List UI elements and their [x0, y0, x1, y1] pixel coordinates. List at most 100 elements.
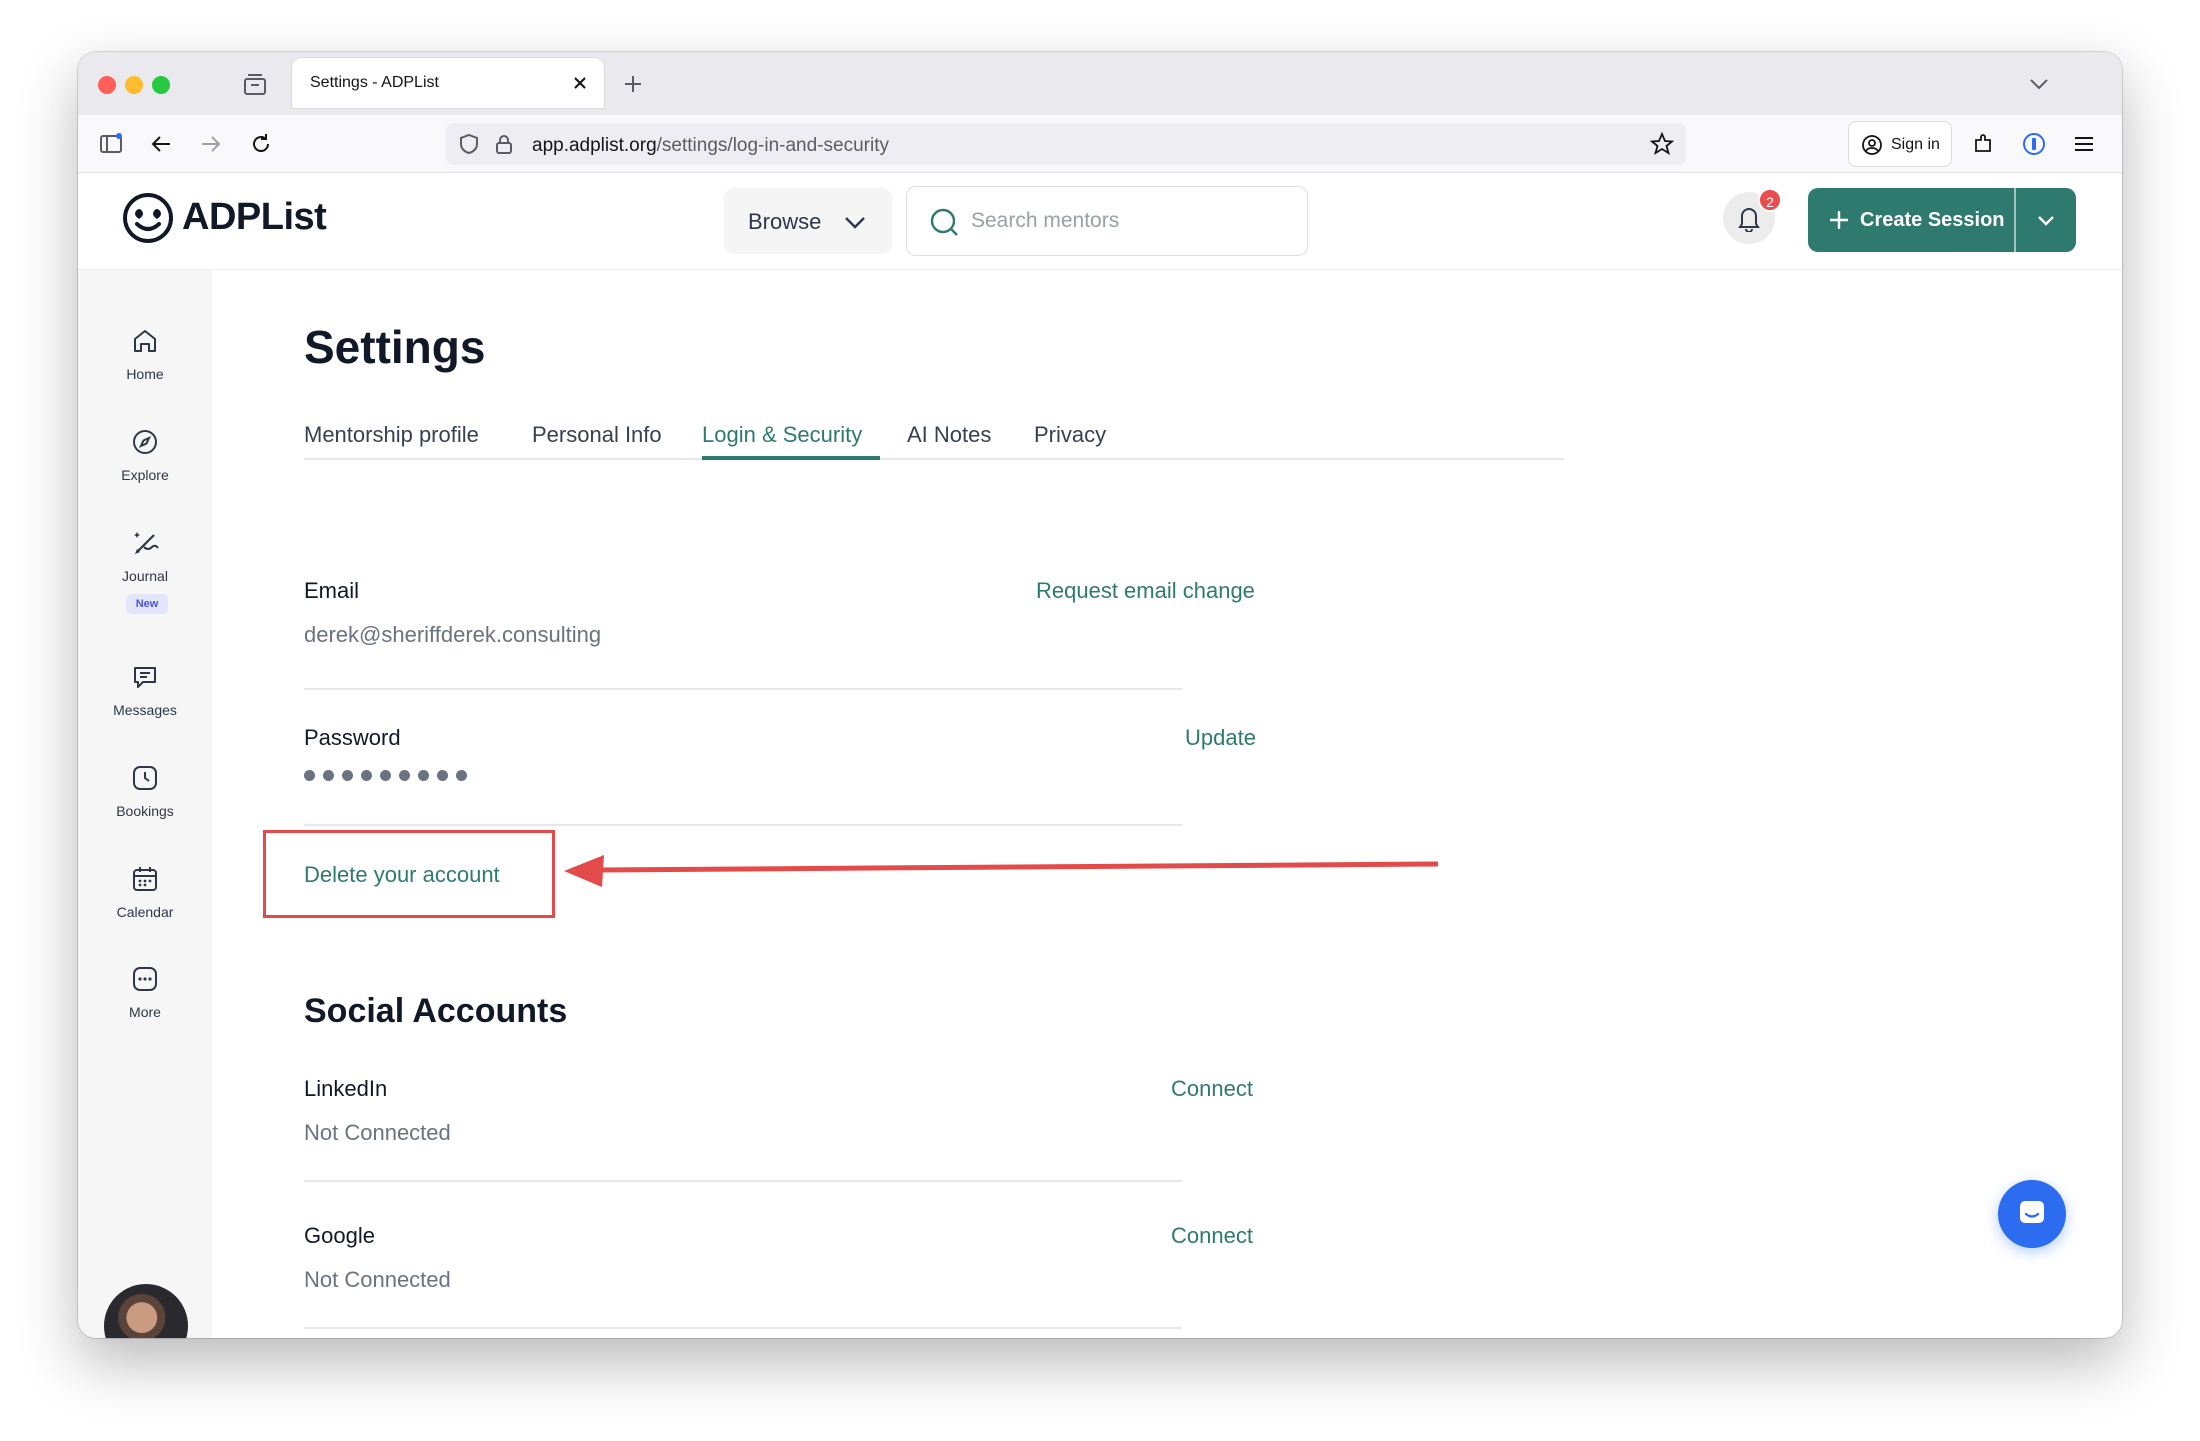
create-session-dropdown[interactable] — [2016, 188, 2076, 252]
password-label: Password — [304, 725, 401, 750]
email-label: Email — [304, 578, 360, 603]
google-connect-link[interactable]: Connect — [1171, 1223, 1253, 1249]
delete-account-link[interactable]: Delete your account — [304, 862, 500, 888]
bell-icon — [1738, 208, 1760, 232]
create-session-button-group: Create Session — [1808, 188, 2076, 252]
pen-sparkle-icon — [134, 532, 159, 554]
tab-strip: Settings - ADPList — [78, 52, 2122, 115]
address-bar[interactable]: app.adplist.org/settings/log-in-and-secu… — [446, 123, 1686, 165]
lock-icon[interactable] — [494, 133, 514, 155]
url-domain: app.adplist.org — [532, 135, 657, 156]
chat-bubble-icon — [2020, 1201, 2044, 1223]
reload-icon[interactable] — [248, 131, 274, 157]
sidebar-item-bookings[interactable]: Bookings — [78, 763, 212, 843]
chevron-down-icon — [2038, 216, 2054, 226]
new-tab-icon[interactable] — [622, 73, 644, 95]
sidebar-item-journal[interactable]: Journal New — [78, 528, 212, 614]
browser-tab-title: Settings - ADPList — [310, 74, 439, 91]
sidebar-item-label: More — [129, 1004, 161, 1020]
logo-text[interactable]: ADPList — [182, 196, 327, 239]
search-input[interactable] — [971, 199, 1291, 243]
linkedin-connect-link[interactable]: Connect — [1171, 1076, 1253, 1102]
tab-privacy[interactable]: Privacy — [1034, 422, 1106, 448]
page-title: Settings — [304, 321, 486, 373]
linkedin-label: LinkedIn — [304, 1076, 388, 1101]
tab-personal-info[interactable]: Personal Info — [532, 422, 662, 448]
tab-login-security[interactable]: Login & Security — [702, 422, 862, 448]
email-value: derek@sheriffderek.consulting — [304, 622, 602, 647]
compass-icon — [133, 430, 157, 454]
settings-tabs: Mentorship profile Personal Info Login &… — [304, 412, 1564, 460]
google-status: Not Connected — [304, 1267, 451, 1292]
hamburger-menu-icon[interactable] — [2071, 131, 2097, 157]
browser-toolbar: app.adplist.org/settings/log-in-and-secu… — [78, 115, 2122, 173]
close-tab-icon[interactable] — [570, 73, 590, 93]
adplist-logo-icon[interactable] — [122, 192, 174, 244]
minimize-window-button[interactable] — [125, 76, 143, 94]
tab-ai-notes[interactable]: AI Notes — [907, 422, 991, 448]
divider — [304, 824, 1182, 826]
sign-in-button[interactable]: Sign in — [1848, 121, 1952, 167]
new-badge: New — [126, 594, 168, 614]
sidebar-item-calendar[interactable]: Calendar — [78, 864, 212, 944]
sign-in-label: Sign in — [1891, 136, 1940, 153]
plus-icon — [1830, 211, 1848, 229]
tracking-shield-icon[interactable] — [458, 133, 480, 155]
list-tabs-chevron-icon[interactable] — [2028, 74, 2050, 94]
notification-count-badge: 2 — [1758, 188, 1782, 212]
home-icon — [134, 330, 156, 352]
sidebar-item-messages[interactable]: Messages — [78, 662, 212, 742]
chevron-down-icon — [845, 217, 865, 229]
annotation-arrow — [564, 855, 1439, 887]
tab-mentorship-profile[interactable]: Mentorship profile — [304, 422, 479, 448]
avatar[interactable] — [104, 1284, 188, 1338]
browse-dropdown[interactable]: Browse — [724, 188, 892, 254]
app-header: ADPList Browse 2 — [78, 174, 2122, 270]
browse-label: Browse — [748, 209, 822, 234]
settings-content: Settings Mentorship profile Personal Inf… — [212, 270, 2122, 1338]
password-manager-icon[interactable] — [2021, 131, 2047, 157]
back-arrow-icon[interactable] — [148, 131, 174, 157]
search-box[interactable] — [906, 186, 1308, 256]
linkedin-status: Not Connected — [304, 1120, 451, 1145]
sidebar-nav: Home Explore Journal New Messages Bookin… — [78, 270, 212, 1338]
extensions-puzzle-icon[interactable] — [1971, 131, 1997, 157]
divider — [304, 1327, 1182, 1329]
bookmark-star-icon[interactable] — [1650, 132, 1674, 156]
support-chat-button[interactable] — [1998, 1180, 2066, 1248]
sidebar-item-home[interactable]: Home — [78, 326, 212, 406]
divider — [304, 688, 1182, 690]
request-email-change-link[interactable]: Request email change — [1036, 578, 1255, 604]
clock-icon — [133, 766, 157, 790]
sidebar-item-label: Home — [126, 366, 164, 382]
browser-tab-active[interactable]: Settings - ADPList — [292, 58, 604, 108]
zoom-window-button[interactable] — [152, 76, 170, 94]
chat-icon — [134, 667, 156, 688]
active-tab-indicator — [702, 456, 880, 460]
sidebar-item-label: Journal — [122, 568, 168, 584]
search-icon — [930, 208, 958, 236]
social-accounts-title: Social Accounts — [304, 992, 568, 1030]
sidebar-item-more[interactable]: More — [78, 964, 212, 1044]
url-path: /settings/log-in-and-security — [656, 135, 889, 156]
sidebar-item-label: Messages — [113, 702, 177, 718]
update-password-link[interactable]: Update — [1185, 725, 1256, 751]
account-icon — [1862, 135, 1882, 155]
sidebar-toggle-icon[interactable] — [98, 131, 124, 157]
create-session-button[interactable]: Create Session — [1808, 188, 2014, 252]
sidebar-item-label: Bookings — [116, 803, 174, 819]
google-label: Google — [304, 1223, 375, 1248]
calendar-icon — [133, 867, 157, 891]
close-window-button[interactable] — [98, 76, 116, 94]
password-mask — [304, 768, 475, 786]
sidebar-item-label: Explore — [121, 467, 169, 483]
create-session-label: Create Session — [1860, 209, 2005, 231]
browser-window: Settings - ADPList app.adplist.org/setti… — [78, 52, 2122, 1338]
sidebar-item-explore[interactable]: Explore — [78, 427, 212, 507]
url-text: app.adplist.org/settings/log-in-and-secu… — [532, 135, 889, 157]
forward-arrow-icon[interactable] — [198, 131, 224, 157]
divider — [304, 1180, 1182, 1182]
tab-overview-icon[interactable] — [241, 72, 269, 98]
more-icon — [133, 967, 157, 991]
sidebar-item-label: Calendar — [116, 904, 174, 920]
